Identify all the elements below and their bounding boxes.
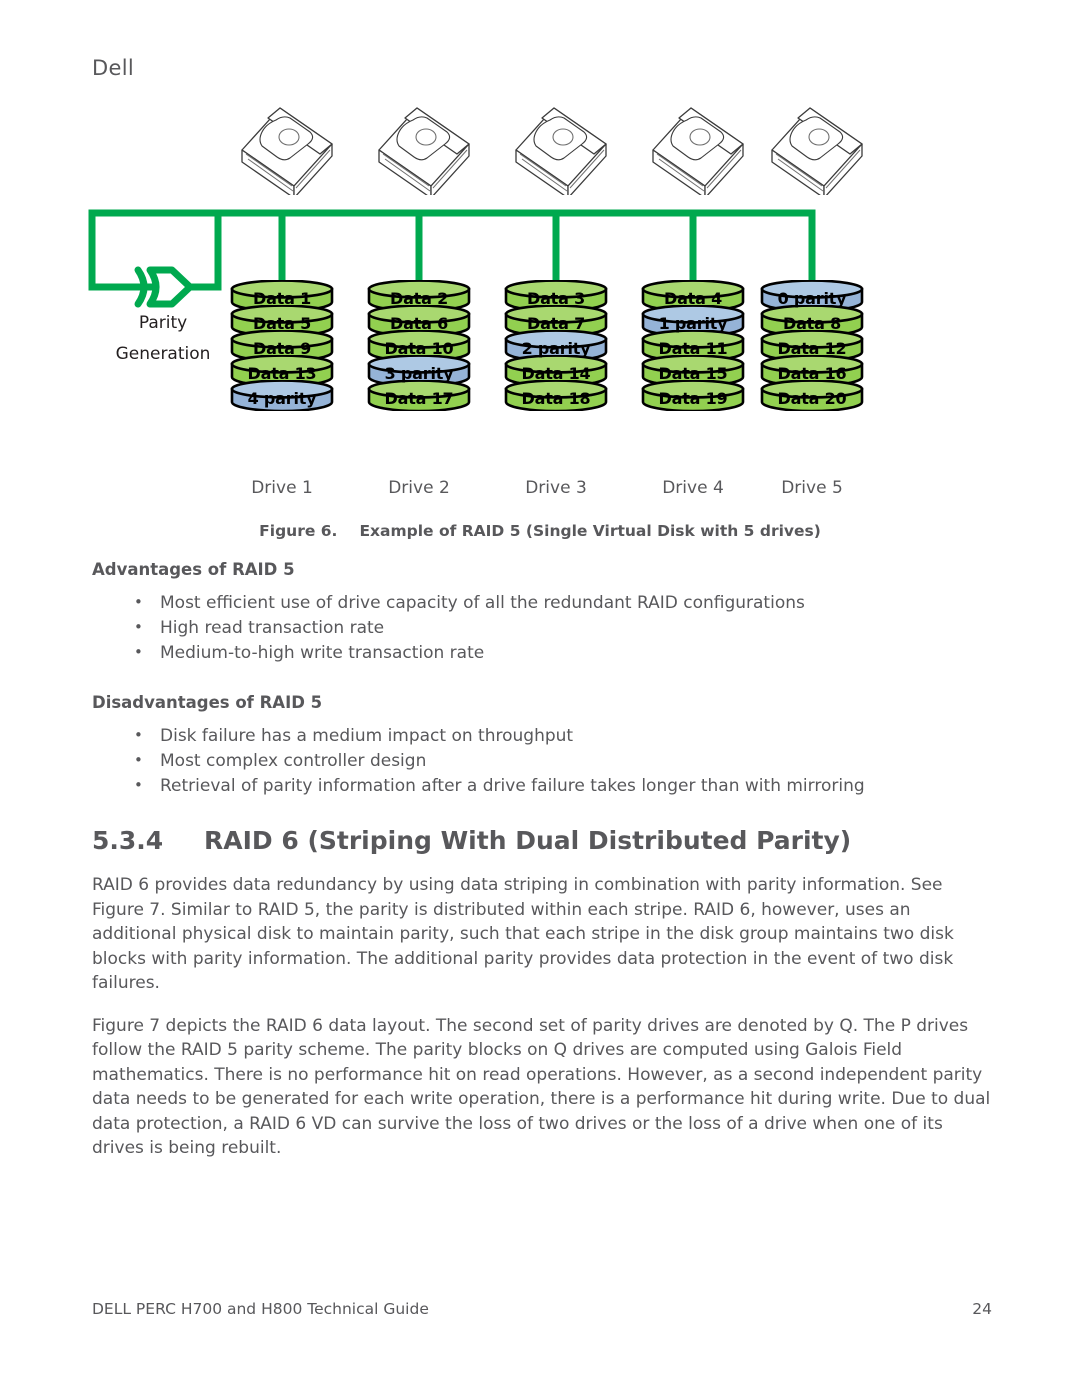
advantages-list: Most efficient use of drive capacity of … bbox=[92, 590, 992, 665]
hard-drive-icon bbox=[643, 100, 753, 199]
drive-label: Drive 3 bbox=[525, 478, 587, 498]
drive-stack: 0 parity Data 8 Data 12 Data 16 Data 20 bbox=[760, 280, 864, 411]
hard-drive-icon bbox=[506, 100, 616, 199]
hard-drive-icon bbox=[232, 100, 342, 199]
block-label: Data 17 bbox=[384, 388, 454, 408]
figure-caption: Figure 6. Example of RAID 5 (Single Virtu… bbox=[0, 522, 1080, 540]
drive-label: Drive 5 bbox=[781, 478, 843, 498]
section-paragraph-1: RAID 6 provides data redundancy by using… bbox=[92, 875, 954, 993]
raid5-figure: Parity Generation Data 1 Data 5 Data 9 D… bbox=[0, 0, 1080, 560]
hard-drive-icon bbox=[369, 100, 479, 199]
data-block: Data 18 bbox=[504, 380, 608, 411]
block-label: Data 20 bbox=[777, 388, 847, 408]
section-title: RAID 6 (Striping With Dual Distributed P… bbox=[204, 826, 852, 855]
document-body: Advantages of RAID 5 Most efficient use … bbox=[92, 560, 992, 1179]
figure-caption-text: Example of RAID 5 (Single Virtual Disk w… bbox=[359, 522, 821, 540]
parity-label-line1: Parity bbox=[138, 313, 188, 333]
footer-document-title: DELL PERC H700 and H800 Technical Guide bbox=[92, 1300, 429, 1318]
block-label: Data 18 bbox=[521, 388, 591, 408]
drive-stack: Data 4 1 parity Data 11 Data 15 Data 19 bbox=[641, 280, 745, 411]
advantage-list-item: High read transaction rate bbox=[92, 615, 992, 640]
disadvantage-list-item: Most complex controller design bbox=[92, 748, 992, 773]
drive-stack: Data 1 Data 5 Data 9 Data 13 4 parity bbox=[230, 280, 334, 411]
drive-stack: Data 3 Data 7 2 parity Data 14 Data 18 bbox=[504, 280, 608, 411]
disadvantage-list-item: Disk failure has a medium impact on thro… bbox=[92, 723, 992, 748]
section-number: 5.3.4 bbox=[92, 826, 164, 855]
data-block: Data 20 bbox=[760, 380, 864, 411]
parity-label-line2: Generation bbox=[115, 344, 211, 364]
xor-gate-icon bbox=[134, 266, 194, 308]
footer-page-number: 24 bbox=[972, 1300, 992, 1318]
section-paragraph-2: Figure 7 depicts the RAID 6 data layout.… bbox=[92, 1015, 991, 1159]
advantage-list-item: Most efficient use of drive capacity of … bbox=[92, 590, 992, 615]
parity-generation-label: Parity Generation bbox=[88, 308, 238, 370]
disadvantages-list: Disk failure has a medium impact on thro… bbox=[92, 723, 992, 798]
figure-number: Figure 6. bbox=[259, 522, 338, 540]
block-label: 4 parity bbox=[247, 388, 317, 408]
drive-stack: Data 2 Data 6 Data 10 3 parity Data 17 bbox=[367, 280, 471, 411]
data-block: Data 17 bbox=[367, 380, 471, 411]
advantage-list-item: Medium-to-high write transaction rate bbox=[92, 640, 992, 665]
advantages-heading: Advantages of RAID 5 bbox=[92, 560, 295, 579]
section-heading: 5.3.4 RAID 6 (Striping With Dual Distrib… bbox=[92, 826, 992, 855]
hard-drive-icon bbox=[762, 100, 872, 199]
disadvantages-heading: Disadvantages of RAID 5 bbox=[92, 693, 323, 712]
drive-label: Drive 1 bbox=[251, 478, 313, 498]
block-label: Data 19 bbox=[658, 388, 728, 408]
hard-drive-icon-row bbox=[0, 100, 1080, 200]
disadvantage-list-item: Retrieval of parity information after a … bbox=[92, 773, 992, 798]
drive-label: Drive 2 bbox=[388, 478, 450, 498]
drive-label-row: Drive 1 Drive 2 Drive 3 Drive 4 Drive 5 bbox=[0, 478, 1080, 504]
data-block: Data 19 bbox=[641, 380, 745, 411]
page-footer: DELL PERC H700 and H800 Technical Guide … bbox=[92, 1300, 992, 1318]
parity-block: 4 parity bbox=[230, 380, 334, 411]
